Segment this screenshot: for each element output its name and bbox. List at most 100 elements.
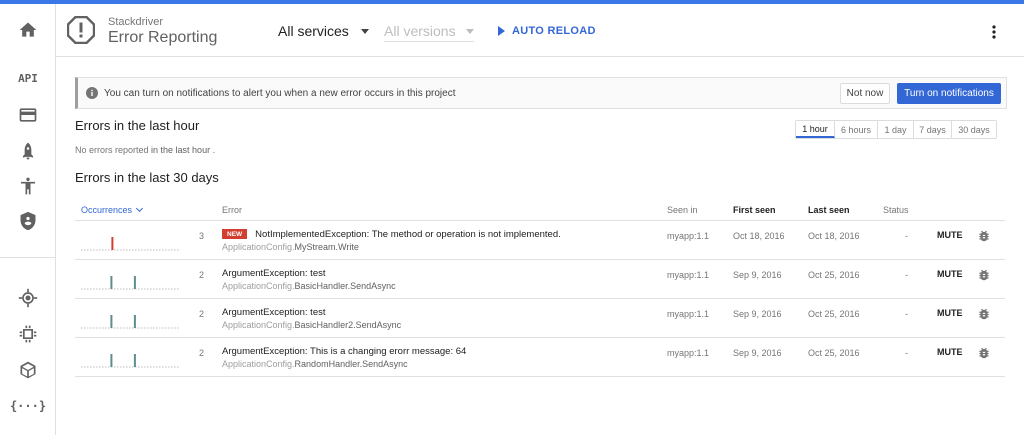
no-errors-message: No errors reported in the last hour . bbox=[75, 145, 215, 155]
occurrence-sparkline bbox=[81, 315, 179, 329]
home-icon[interactable] bbox=[0, 12, 56, 48]
error-source: ApplicationConfig.BasicHandler2.SendAsyn… bbox=[222, 320, 401, 330]
seen-in-value: myapp:1.1 bbox=[667, 348, 710, 358]
banner-text: You can turn on notifications to alert y… bbox=[104, 87, 456, 99]
nav-divider bbox=[0, 257, 56, 258]
error-cell: ArgumentException: This is a changing er… bbox=[222, 345, 466, 370]
brand-name: Stackdriver bbox=[108, 16, 164, 28]
last-seen-column-header[interactable]: Last seen bbox=[808, 205, 850, 215]
bug-icon[interactable] bbox=[977, 268, 991, 282]
last-30-days-heading: Errors in the last 30 days bbox=[75, 170, 219, 185]
not-now-button[interactable]: Not now bbox=[840, 83, 890, 104]
range-6-hours[interactable]: 6 hours bbox=[835, 121, 878, 138]
error-source-class: ApplicationConfig. bbox=[222, 320, 295, 330]
error-source-method: BasicHandler2.SendAsync bbox=[294, 320, 402, 330]
nav-api[interactable]: API bbox=[0, 60, 56, 96]
status-value: - bbox=[905, 231, 908, 241]
occurrences-column-header[interactable]: Occurrences bbox=[81, 204, 144, 215]
occurrence-sparkline bbox=[81, 237, 179, 251]
more-vert-icon[interactable] bbox=[986, 24, 1002, 40]
occurrence-count: 2 bbox=[198, 348, 204, 358]
error-title-link[interactable]: ArgumentException: This is a changing er… bbox=[222, 345, 466, 357]
range-1-hour[interactable]: 1 hour bbox=[796, 121, 835, 138]
first-seen-column-header[interactable]: First seen bbox=[733, 205, 776, 215]
error-row[interactable]: 2 ArgumentException: test ApplicationCon… bbox=[75, 260, 1005, 299]
mute-button[interactable]: MUTE bbox=[937, 347, 963, 357]
chevron-down-icon bbox=[465, 28, 474, 34]
page-title: Error Reporting bbox=[108, 29, 218, 46]
functions-label: {···} bbox=[9, 399, 47, 413]
left-nav: API {···} bbox=[0, 4, 56, 435]
error-reporting-logo-icon bbox=[67, 16, 95, 44]
error-cell: ArgumentException: test ApplicationConfi… bbox=[222, 267, 396, 292]
mute-button[interactable]: MUTE bbox=[937, 308, 963, 318]
bug-icon[interactable] bbox=[977, 346, 991, 360]
occurrence-count: 2 bbox=[198, 270, 204, 280]
seen-in-value: myapp:1.1 bbox=[667, 231, 710, 241]
mute-button[interactable]: MUTE bbox=[937, 269, 963, 279]
occurrence-sparkline bbox=[81, 354, 179, 368]
versions-value: All versions bbox=[384, 23, 456, 39]
error-cell: NEW NotImplementedException: The method … bbox=[222, 228, 561, 252]
error-source-class: ApplicationConfig. bbox=[222, 242, 295, 252]
error-source-method: BasicHandler.SendAsync bbox=[294, 281, 396, 291]
status-value: - bbox=[905, 270, 908, 280]
last-seen-value: Oct 18, 2016 bbox=[808, 231, 860, 241]
error-source-method: RandomHandler.SendAsync bbox=[294, 359, 408, 369]
error-cell: ArgumentException: test ApplicationConfi… bbox=[222, 306, 401, 331]
occurrence-count: 2 bbox=[198, 309, 204, 319]
iam-icon[interactable] bbox=[0, 168, 56, 204]
last-hour-heading: Errors in the last hour bbox=[75, 118, 200, 133]
sparkline-bar bbox=[111, 237, 114, 250]
error-source: ApplicationConfig.MyStream.Write bbox=[222, 242, 561, 252]
billing-icon[interactable] bbox=[0, 97, 56, 133]
range-30-days[interactable]: 30 days bbox=[952, 121, 996, 138]
error-title-link[interactable]: ArgumentException: test bbox=[222, 306, 401, 318]
occurrence-sparkline bbox=[81, 276, 179, 290]
notification-banner: You can turn on notifications to alert y… bbox=[75, 77, 1007, 109]
status-value: - bbox=[905, 309, 908, 319]
bug-icon[interactable] bbox=[977, 229, 991, 243]
sort-desc-icon bbox=[135, 204, 144, 213]
error-title-link[interactable]: ArgumentException: test bbox=[222, 267, 396, 279]
sparkline-bar bbox=[133, 315, 136, 328]
auto-reload-label: AUTO RELOAD bbox=[512, 25, 596, 37]
range-1-day[interactable]: 1 day bbox=[878, 121, 914, 138]
error-row[interactable]: 2 ArgumentException: test ApplicationCon… bbox=[75, 299, 1005, 338]
services-dropdown[interactable]: All services bbox=[278, 23, 369, 39]
security-icon[interactable] bbox=[0, 203, 56, 239]
api-label: API bbox=[18, 71, 38, 85]
new-badge: NEW bbox=[222, 229, 248, 239]
error-source-class: ApplicationConfig. bbox=[222, 359, 295, 369]
first-seen-value: Sep 9, 2016 bbox=[733, 270, 782, 280]
auto-reload-button[interactable]: AUTO RELOAD bbox=[498, 25, 596, 37]
sparkline-bar bbox=[133, 354, 136, 367]
functions-icon[interactable]: {···} bbox=[0, 388, 56, 424]
sparkline-bar bbox=[133, 276, 136, 289]
sparkline-bar bbox=[110, 315, 113, 328]
app-engine-icon[interactable] bbox=[0, 352, 56, 388]
turn-on-notifications-button[interactable]: Turn on notifications bbox=[897, 83, 1001, 104]
status-value: - bbox=[905, 348, 908, 358]
compute-icon[interactable] bbox=[0, 316, 56, 352]
play-icon bbox=[498, 26, 505, 36]
table-body: 3 NEW NotImplementedException: The metho… bbox=[75, 221, 1005, 377]
last-seen-value: Oct 25, 2016 bbox=[808, 270, 860, 280]
seen-in-value: myapp:1.1 bbox=[667, 309, 710, 319]
error-row[interactable]: 3 NEW NotImplementedException: The metho… bbox=[75, 221, 1005, 260]
deploy-icon[interactable] bbox=[0, 133, 56, 169]
error-title: ArgumentException: test bbox=[222, 267, 326, 279]
versions-dropdown: All versions bbox=[384, 23, 474, 42]
last-seen-value: Oct 25, 2016 bbox=[808, 348, 860, 358]
seen-in-value: myapp:1.1 bbox=[667, 270, 710, 280]
seen-in-column-header: Seen in bbox=[667, 205, 698, 215]
monitoring-icon[interactable] bbox=[0, 280, 56, 316]
bug-icon[interactable] bbox=[977, 307, 991, 321]
error-row[interactable]: 2 ArgumentException: This is a changing … bbox=[75, 338, 1005, 377]
time-range-selector: 1 hour 6 hours 1 day 7 days 30 days bbox=[795, 120, 997, 139]
table-header: Occurrences Error Seen in First seen Las… bbox=[75, 198, 1005, 221]
error-title-link[interactable]: NEW NotImplementedException: The method … bbox=[222, 228, 561, 240]
mute-button[interactable]: MUTE bbox=[937, 230, 963, 240]
range-7-days[interactable]: 7 days bbox=[914, 121, 952, 138]
sparkline-bar bbox=[110, 354, 113, 367]
